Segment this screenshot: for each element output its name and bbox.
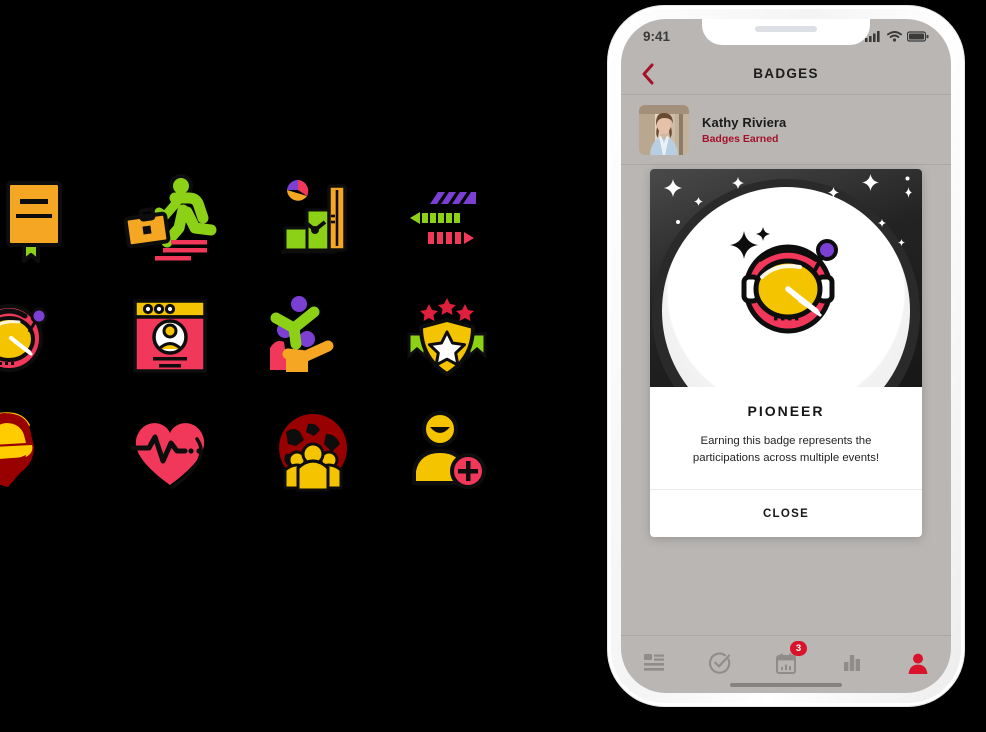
page-title: BADGES (753, 66, 819, 81)
sparkle-icon (862, 174, 879, 191)
sparkle-icon (855, 216, 859, 220)
profile-name: Kathy Riviera (702, 114, 787, 130)
badge-cell-astronaut-helmet[interactable]: Astronaut Helmet (0, 277, 78, 397)
wifi-icon (887, 30, 902, 42)
tab-tasks[interactable] (698, 648, 742, 678)
astronaut-helmet-badge-icon (0, 304, 48, 372)
sparkle-icon (732, 177, 744, 189)
avatar-photo (639, 104, 689, 155)
person-icon (908, 653, 928, 674)
phone-screen: 9:41 BADGES Kathy Riviera Badges Earned … (621, 19, 951, 693)
sparkle-icon (905, 176, 910, 181)
sparkle-icon (664, 179, 682, 197)
sparkle-icon (699, 221, 707, 229)
badge-cell-heartbeat[interactable]: Heartbeat (105, 392, 235, 512)
back-button[interactable] (635, 61, 661, 87)
modal-footer: CLOSE (650, 489, 922, 537)
tab-feed[interactable] (632, 648, 676, 678)
profile-subtitle: Badges Earned (702, 132, 779, 145)
badge-cell-celebration[interactable]: Celebration (248, 277, 378, 397)
astronaut-helmet-icon (730, 227, 838, 334)
sparkle-icon (898, 239, 905, 246)
badge-cell-award-shield[interactable]: Award Shield (382, 277, 512, 397)
sparkle-icon (676, 220, 680, 224)
tab-stats[interactable] (830, 648, 874, 678)
list-icon (644, 654, 664, 671)
badge-cell-add-person[interactable]: Add Person (382, 392, 512, 512)
notification-badge: 3 (790, 641, 807, 656)
profile-row[interactable]: Kathy Riviera Badges Earned (621, 95, 951, 165)
modal-body: PIONEER Earning this badge represents th… (650, 387, 922, 489)
badge-icon-grid: Book Career Runner (0, 160, 520, 520)
home-indicator (730, 683, 842, 687)
tab-profile[interactable] (896, 648, 940, 678)
sparkle-icon (878, 219, 886, 227)
badge-cell-career-runner[interactable]: Career Runner (105, 160, 235, 280)
trojan-mascot-badge-icon (0, 412, 34, 487)
badge-detail-modal: PIONEER Earning this badge represents th… (650, 169, 922, 538)
modal-description: Earning this badge represents the partic… (692, 435, 880, 465)
modal-hero (650, 169, 922, 387)
sparkle-icon (694, 197, 703, 206)
badge-cell-trojan-mascot[interactable]: Trojan Mascot (0, 392, 78, 512)
sparkle-icon (846, 265, 854, 273)
bar-chart-icon (844, 655, 860, 671)
phone-mockup: 9:41 BADGES Kathy Riviera Badges Earned … (608, 6, 964, 706)
tab-calendar[interactable]: 3 (764, 641, 808, 678)
badge-cell-analytics-pencil[interactable]: Analytics & Pencil (248, 160, 378, 280)
status-time: 9:41 (643, 28, 671, 44)
battery-icon (907, 30, 929, 42)
profile-text: Kathy Riviera Badges Earned (702, 115, 786, 145)
avatar (639, 104, 689, 155)
sparkle-icon (905, 187, 912, 198)
chevron-left-icon (642, 63, 654, 84)
check-circle-icon (709, 652, 731, 674)
modal-title: PIONEER (747, 403, 825, 419)
status-icons (865, 30, 929, 42)
calendar-icon (776, 652, 796, 674)
screenshot-root: Book Career Runner (0, 0, 986, 732)
phone-notch (702, 19, 870, 45)
badge-cell-global-community[interactable]: Global Community (248, 392, 378, 512)
badge-cell-book[interactable]: Book (0, 160, 102, 280)
close-button[interactable]: CLOSE (763, 508, 809, 520)
badge-cell-direction-arrows[interactable]: Direction Arrows (382, 160, 512, 280)
sparkle-icon (828, 187, 839, 198)
badge-cell-profile-window[interactable]: Profile Window (105, 277, 235, 397)
nav-bar: BADGES (621, 53, 951, 95)
sparkle-icon (692, 261, 702, 271)
speaker-grille (755, 26, 817, 32)
